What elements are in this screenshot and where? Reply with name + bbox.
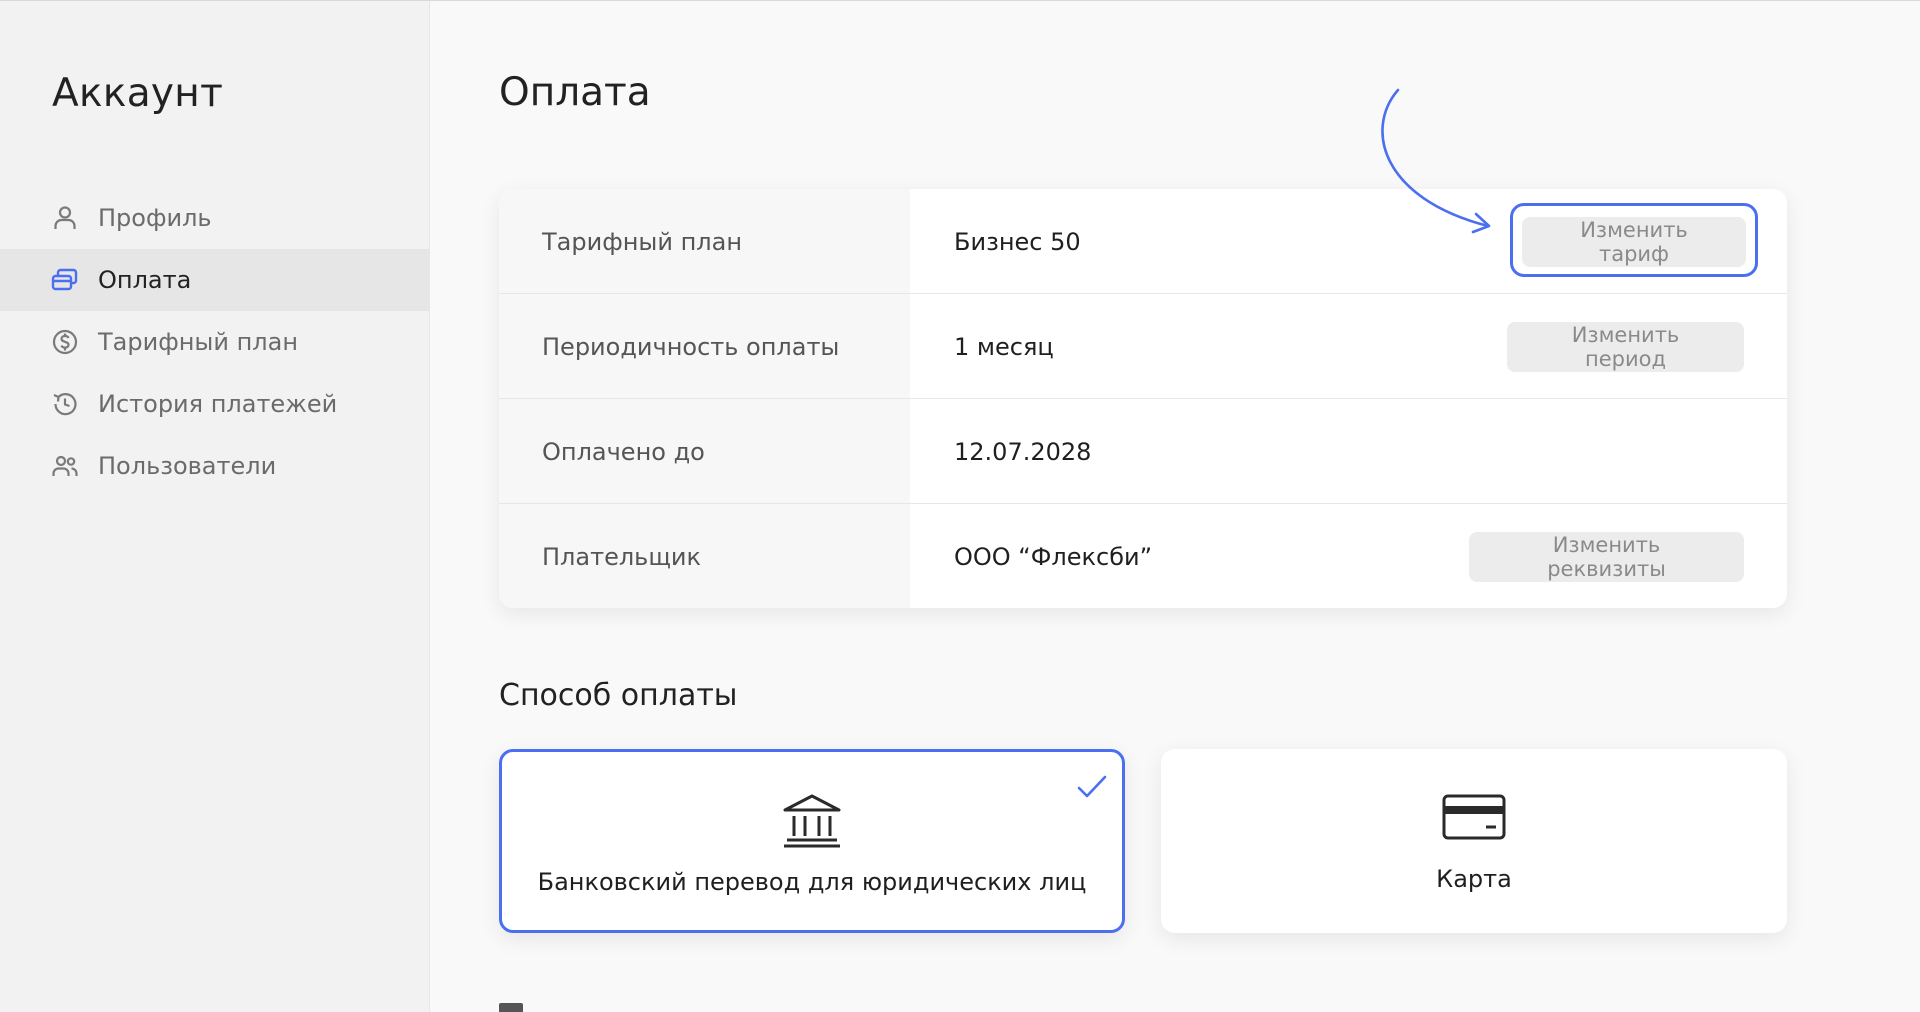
sidebar-item-label: История платежей <box>98 390 338 418</box>
sidebar-item-payment[interactable]: Оплата <box>0 249 430 311</box>
users-icon <box>50 451 80 481</box>
user-icon <box>50 203 80 233</box>
payment-method-title: Способ оплаты <box>499 678 738 713</box>
row-label: Тарифный план <box>542 227 743 256</box>
change-details-button[interactable]: Изменить реквизиты <box>1469 532 1744 582</box>
payment-method-bank-transfer[interactable]: Банковский перевод для юридических лиц <box>499 749 1125 933</box>
payment-method-label: Банковский перевод для юридических лиц <box>537 868 1087 896</box>
sidebar-title: Аккаунт <box>52 71 224 116</box>
check-icon <box>1076 774 1108 804</box>
credit-card-icon <box>1442 793 1506 845</box>
info-row-period: Периодичность оплаты 1 месяц Изменить пе… <box>499 294 1787 399</box>
row-label: Плательщик <box>542 542 702 571</box>
payment-method-card[interactable]: Карта <box>1161 749 1787 933</box>
row-value: Бизнес 50 <box>954 227 1081 256</box>
sidebar-nav: Профиль Оплата Тарифный план История пла… <box>0 187 430 497</box>
sidebar-item-label: Пользователи <box>98 452 277 480</box>
history-icon <box>50 389 80 419</box>
payment-method-label: Карта <box>1436 865 1512 893</box>
sidebar-item-label: Оплата <box>98 266 192 294</box>
row-value: 1 месяц <box>954 332 1054 361</box>
curved-arrow-icon <box>1381 88 1491 234</box>
sidebar-item-tariff[interactable]: Тарифный план <box>0 311 430 373</box>
dollar-circle-icon <box>50 327 80 357</box>
card-icon <box>50 265 80 295</box>
info-row-payer: Плательщик ООО “Флексби” Изменить реквиз… <box>499 504 1787 608</box>
row-value: 12.07.2028 <box>954 437 1092 466</box>
sidebar-item-history[interactable]: История платежей <box>0 373 430 435</box>
sidebar: Аккаунт Профиль Оплата Тарифный план Ист… <box>0 1 430 1012</box>
row-label: Оплачено до <box>542 437 705 466</box>
row-label: Периодичность оплаты <box>542 332 840 361</box>
sidebar-item-label: Профиль <box>98 204 212 232</box>
row-value: ООО “Флексби” <box>954 542 1153 571</box>
sidebar-item-users[interactable]: Пользователи <box>0 435 430 497</box>
sidebar-item-label: Тарифный план <box>98 328 299 356</box>
page-title: Оплата <box>499 70 651 115</box>
sidebar-item-profile[interactable]: Профиль <box>0 187 430 249</box>
bank-icon <box>781 792 843 854</box>
highlight-ring <box>1510 203 1758 277</box>
change-period-button[interactable]: Изменить период <box>1507 322 1744 372</box>
next-section-title-stub <box>499 1003 523 1012</box>
info-row-paid-until: Оплачено до 12.07.2028 <box>499 399 1787 504</box>
